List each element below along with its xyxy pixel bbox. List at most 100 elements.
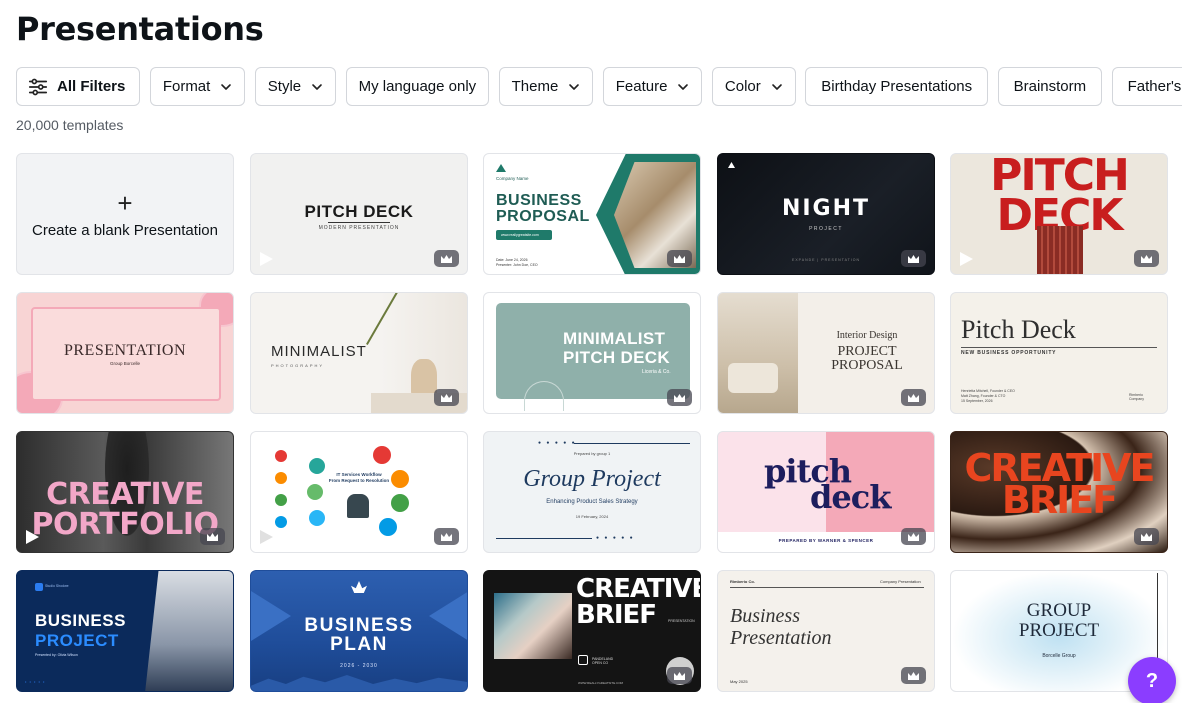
chip-brainstorm[interactable]: Brainstorm (997, 67, 1103, 106)
step-circle (307, 484, 323, 500)
template-title-line1: Interior Design (836, 330, 898, 341)
premium-crown-icon (667, 667, 692, 684)
prepared-text: Prepared by group 1 (573, 451, 611, 456)
template-card-minimalist-pitch-deck[interactable]: MINIMALIST PITCH DECK Liceria & Co. (483, 292, 701, 414)
all-filters-button[interactable]: All Filters (16, 67, 141, 106)
workflow-title: IT Services Workflow (336, 472, 382, 477)
template-card-pitch-deck-serif[interactable]: Pitch Deck NEW BUSINESS OPPORTUNITY Henr… (950, 292, 1168, 414)
names-text: Henrietta Mitchell, Founder & CEO (961, 389, 1015, 393)
theme-dropdown[interactable]: Theme (498, 67, 594, 106)
theme-label: Theme (511, 78, 559, 95)
color-dropdown[interactable]: Color (711, 67, 796, 106)
brand-text: Studio Shodwe (45, 584, 69, 588)
template-title-line1: GROUP (1026, 600, 1092, 621)
template-title: MINIMALIST (271, 343, 367, 360)
divider (574, 443, 690, 444)
template-card-group-project[interactable]: ● ● ● ● ● Prepared by group 1 Group Proj… (483, 431, 701, 553)
filters-icon (28, 78, 48, 95)
template-subtitle: MODERN PRESENTATION (318, 225, 400, 231)
premium-crown-icon (901, 250, 926, 267)
template-title-line2: BRIEF (576, 600, 657, 630)
feature-dropdown[interactable]: Feature (602, 67, 703, 106)
logo-icon (496, 164, 506, 172)
template-subtitle: Presented by: Olivia Wilson (35, 653, 78, 657)
template-card-creative-brief-red[interactable]: CREATIVE BRIEF (950, 431, 1168, 553)
brand-text: Rimberio Company (1129, 393, 1144, 401)
template-card-creative-brief-dark[interactable]: CREATIVE BRIEF PRESENTATION PANDELAND OP… (483, 570, 701, 692)
corner-text: Company Presentation (880, 579, 921, 584)
chevron-down-icon (569, 83, 580, 90)
date-text: 15 September, 2026 (961, 399, 993, 403)
photo-people (494, 593, 572, 659)
template-title-line1: MINIMALIST (563, 329, 666, 348)
chip-fathers-day[interactable]: Father's D (1111, 67, 1182, 106)
premium-crown-icon (901, 389, 926, 406)
format-dropdown[interactable]: Format (149, 67, 246, 106)
template-card-business-presentation[interactable]: Rimberio Co. Company Presentation Busine… (717, 570, 935, 692)
step-dot (275, 494, 287, 506)
step-dot (275, 450, 287, 462)
color-label: Color (724, 78, 761, 95)
template-subtitle: NEW BUSINESS OPPORTUNITY (961, 350, 1057, 356)
template-card-business-plan[interactable]: BUSINESS PLAN 2026 - 2030 (250, 570, 468, 692)
my-language-toggle[interactable]: My language only (345, 67, 490, 106)
building-image (1037, 226, 1083, 274)
template-card-it-services-workflow[interactable]: IT Services Workflow From Request to Res… (250, 431, 468, 553)
brand-text: PANDELAND OPEN CO (592, 657, 614, 665)
template-title-line2: PROJECT (35, 631, 119, 650)
template-card-pitch-deck-modern[interactable]: PITCH DECK MODERN PRESENTATION (250, 153, 468, 275)
template-title-line2: PITCH DECK (563, 348, 670, 367)
template-title-line1: Business (730, 605, 800, 627)
step-circle (309, 458, 325, 474)
chevron-down-icon (221, 83, 232, 90)
template-card-pitch-deck-red[interactable]: PITCH DECK (950, 153, 1168, 275)
premium-crown-icon (434, 250, 459, 267)
template-card-interior-design[interactable]: Interior Design PROJECT PROPOSAL (717, 292, 935, 414)
template-subtitle: Group Borcelle (109, 361, 140, 366)
template-card-creative-portfolio[interactable]: CREATIVE PORTFOLIO (16, 431, 234, 553)
play-icon (257, 528, 275, 546)
template-subtitle: Liceria & Co. (642, 369, 671, 375)
style-dropdown[interactable]: Style (254, 67, 337, 106)
template-title: Pitch Deck (961, 315, 1076, 344)
template-subtitle: Borcelle Group (1042, 653, 1076, 659)
step-dot (275, 516, 287, 528)
step-circle (391, 470, 409, 488)
premium-crown-icon (901, 667, 926, 684)
interior-photo (718, 293, 798, 413)
chevron-down-icon (312, 83, 322, 90)
help-button[interactable]: ? (1128, 657, 1176, 703)
person-illustration (347, 494, 369, 518)
template-count: 20,000 templates (16, 117, 124, 133)
feature-label: Feature (615, 78, 668, 95)
template-card-presentation-pink[interactable]: PRESENTATION Group Borcelle (16, 292, 234, 414)
url-text: WWW.REALLYGREATSITE.COM (578, 681, 624, 685)
years-text: 2026 - 2030 (340, 663, 378, 669)
template-card-business-project[interactable]: Studio Shodwe BUSINESS PROJECT Presented… (16, 570, 234, 692)
workflow-subtitle: From Request to Resolution (328, 478, 390, 483)
company-name: Company Name (496, 176, 529, 181)
chevron-down-icon (771, 83, 782, 90)
template-card-business-proposal[interactable]: Company Name BUSINESS PROPOSAL www.reall… (483, 153, 701, 275)
chip-birthday-presentations[interactable]: Birthday Presentations (805, 67, 989, 106)
template-title: Group Project (523, 466, 661, 492)
divider (328, 222, 390, 223)
play-icon (23, 528, 41, 546)
template-title-line1: CREATIVE (46, 477, 204, 512)
dots-decoration: ● ● ● ● ● (596, 535, 635, 541)
style-label: Style (267, 78, 302, 95)
template-card-pitch-deck-pink[interactable]: pitch deck PREPARED BY WARNER & SPENCER (717, 431, 935, 553)
step-circle (309, 510, 325, 526)
template-title-line2: Presentation (730, 627, 832, 649)
template-card-night-project[interactable]: NIGHT PROJECT EXPANDE | PRESENTATION (717, 153, 935, 275)
tag-text: PRESENTATION (668, 619, 695, 623)
premium-crown-icon (667, 250, 692, 267)
create-blank-card[interactable]: + Create a blank Presentation (16, 153, 234, 275)
template-card-minimalist-photography[interactable]: MINIMALIST PHOTOGRAPHY (250, 292, 468, 414)
divider (730, 587, 924, 588)
date-text: 19 February, 2024 (575, 514, 609, 519)
meeting-photo (145, 571, 233, 691)
play-icon (957, 250, 975, 268)
logo-icon (728, 162, 735, 168)
branch (366, 293, 448, 374)
